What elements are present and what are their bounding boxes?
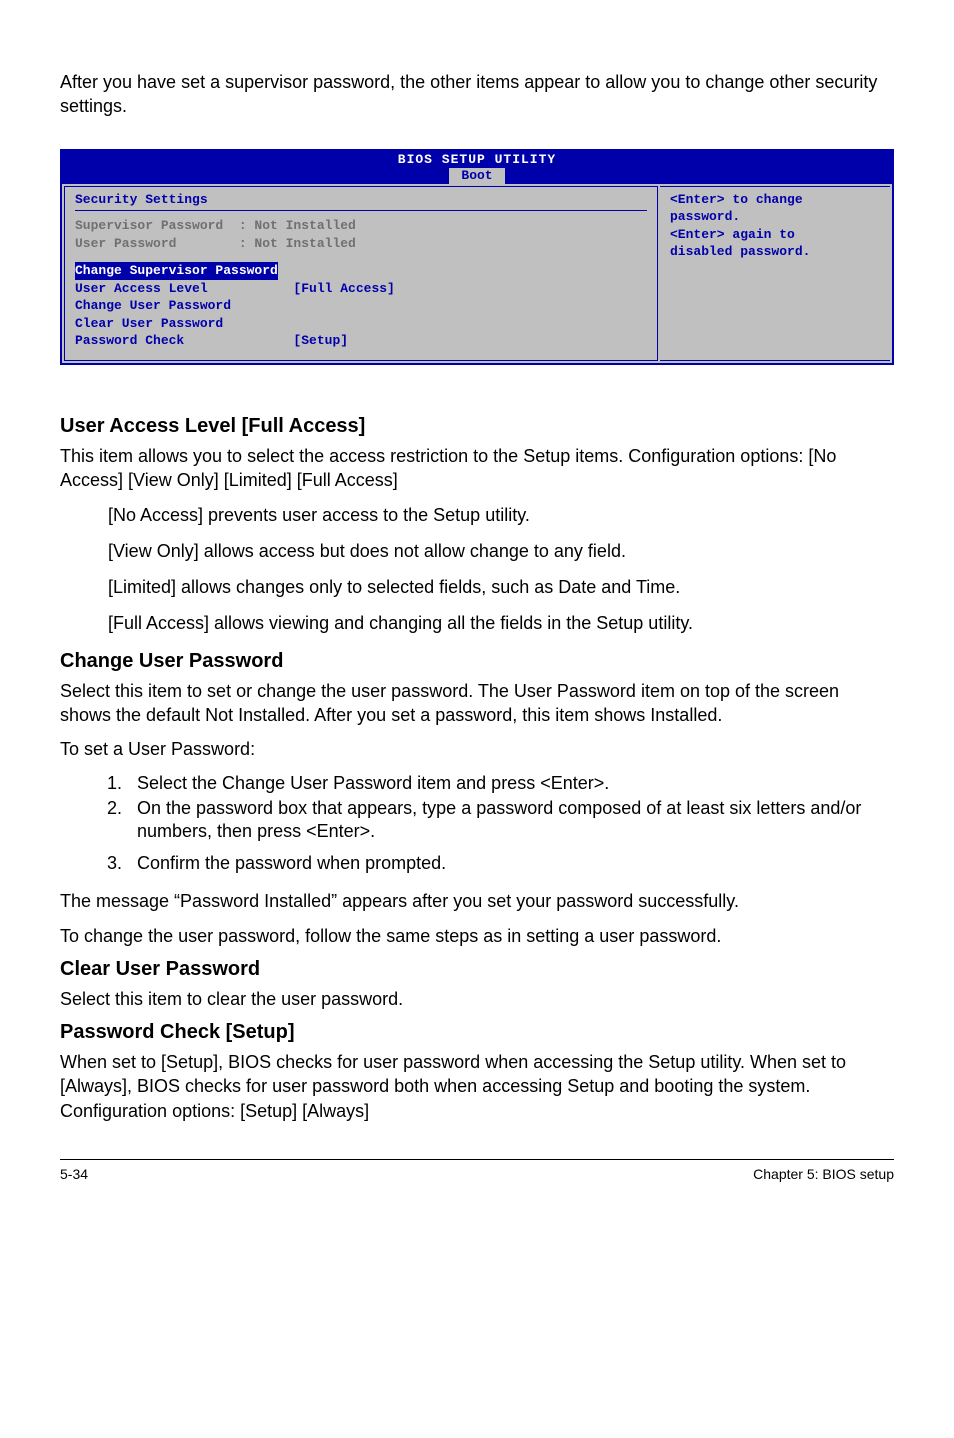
heading-password-check: Password Check [Setup]: [60, 1021, 894, 1044]
bios-section-title: Security Settings: [75, 191, 647, 212]
bios-tab-boot: Boot: [449, 168, 504, 184]
option-view-only: [View Only] allows access but does not a…: [108, 539, 894, 563]
option-no-access: [No Access] prevents user access to the …: [108, 503, 894, 527]
step-item: Select the Change User Password item and…: [127, 772, 894, 795]
option-limited: [Limited] allows changes only to selecte…: [108, 575, 894, 599]
bios-help-panel: <Enter> to change password. <Enter> agai…: [660, 186, 890, 361]
help-line: <Enter> to change: [670, 191, 880, 209]
change-supervisor-password: Change Supervisor Password: [75, 262, 278, 280]
user-password-row: User Password : Not Installed: [75, 235, 647, 253]
step-item: Confirm the password when prompted.: [127, 852, 894, 875]
bios-header: BIOS SETUP UTILITY Boot: [62, 151, 892, 184]
bios-title: BIOS SETUP UTILITY: [398, 152, 556, 167]
page-number: 5-34: [60, 1166, 88, 1182]
heading-user-access-level: User Access Level [Full Access]: [60, 415, 894, 438]
paragraph: Select this item to clear the user passw…: [60, 987, 894, 1011]
paragraph: To set a User Password:: [60, 737, 894, 761]
password-check-row: Password Check [Setup]: [75, 332, 647, 350]
paragraph: This item allows you to select the acces…: [60, 444, 894, 493]
step-item: On the password box that appears, type a…: [127, 797, 894, 844]
heading-change-user-password: Change User Password: [60, 650, 894, 673]
bios-screenshot: BIOS SETUP UTILITY Boot Security Setting…: [60, 149, 894, 365]
paragraph: The message “Password Installed” appears…: [60, 889, 894, 913]
page-footer: 5-34 Chapter 5: BIOS setup: [60, 1159, 894, 1182]
paragraph: To change the user password, follow the …: [60, 924, 894, 948]
paragraph: When set to [Setup], BIOS checks for use…: [60, 1050, 894, 1123]
user-access-level-row: User Access Level [Full Access]: [75, 280, 647, 298]
change-user-password-row: Change User Password: [75, 297, 647, 315]
chapter-label: Chapter 5: BIOS setup: [753, 1166, 894, 1182]
supervisor-password-row: Supervisor Password : Not Installed: [75, 217, 647, 235]
bios-left-panel: Security Settings Supervisor Password : …: [64, 186, 658, 361]
help-line: password.: [670, 208, 880, 226]
paragraph: Select this item to set or change the us…: [60, 679, 894, 728]
clear-user-password-row: Clear User Password: [75, 315, 647, 333]
option-full-access: [Full Access] allows viewing and changin…: [108, 611, 894, 635]
intro-paragraph: After you have set a supervisor password…: [60, 70, 894, 119]
help-line: <Enter> again to: [670, 226, 880, 244]
heading-clear-user-password: Clear User Password: [60, 958, 894, 981]
help-line: disabled password.: [670, 243, 880, 261]
steps-list: Select the Change User Password item and…: [127, 772, 894, 876]
